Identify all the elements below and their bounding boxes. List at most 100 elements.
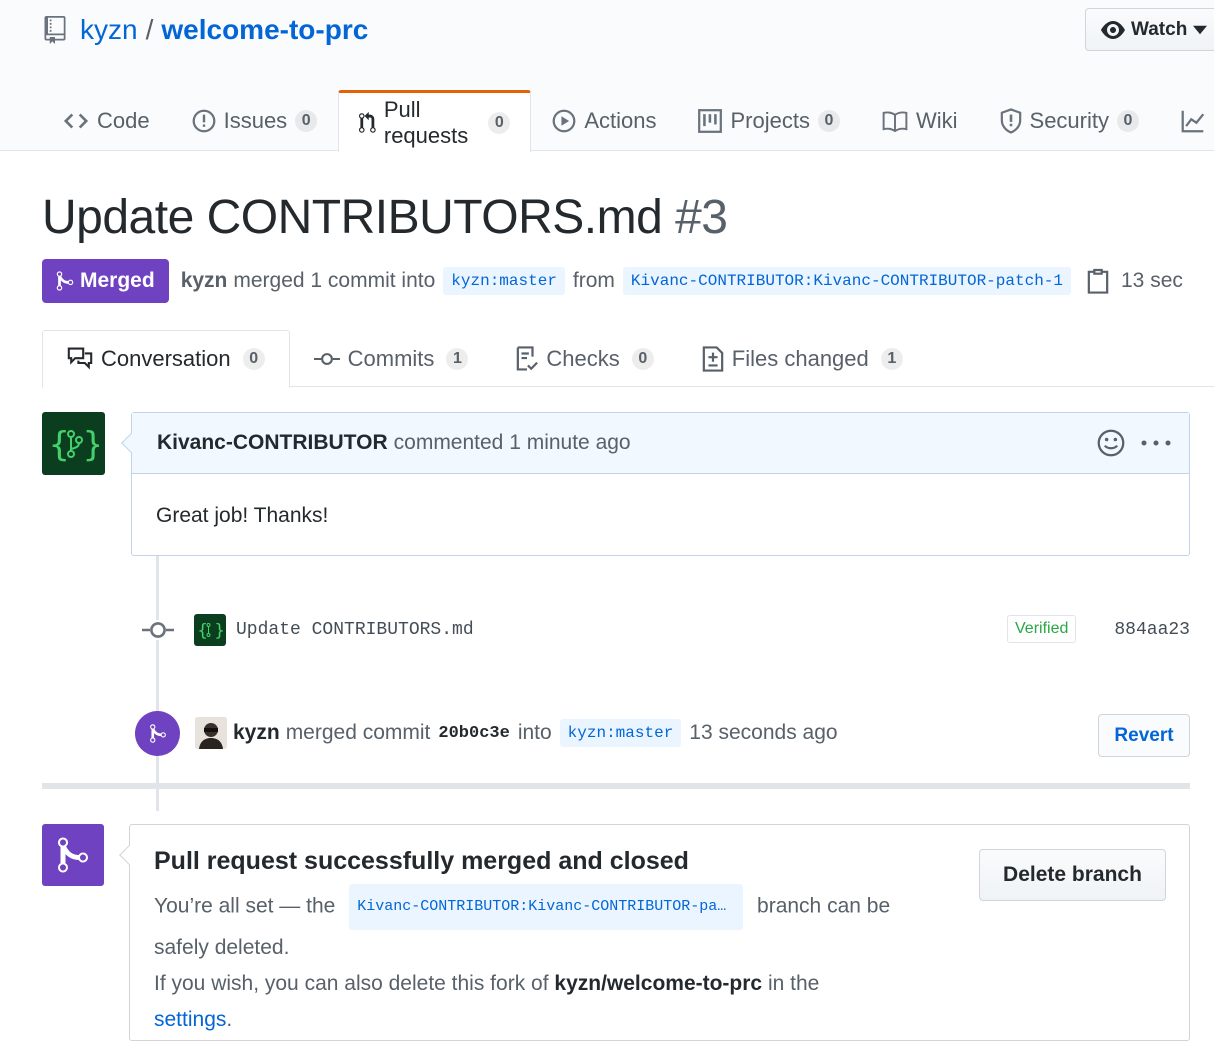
verified-badge[interactable]: Verified (1007, 615, 1077, 643)
tab-commits[interactable]: Commits 1 (290, 330, 493, 387)
status-badge-label: Merged (80, 269, 155, 292)
repo-icon (44, 16, 66, 44)
tab-code[interactable]: Code (42, 90, 171, 151)
diff-icon (702, 345, 724, 372)
status-badge: Merged (42, 259, 169, 303)
eye-icon (1101, 20, 1125, 39)
identicon-icon: {} (49, 425, 99, 464)
comment-actions (1097, 429, 1171, 457)
comment-header: Kivanc-CONTRIBUTOR commented 1 minute ag… (132, 413, 1189, 474)
base-branch[interactable]: kyzn:master (443, 267, 565, 295)
tab-projects[interactable]: Projects 0 (677, 90, 860, 151)
checklist-icon (517, 345, 539, 371)
merge-event: kyzn merged commit 20b0c3e into kyzn:mas… (135, 709, 1190, 757)
merge-message-box: Pull request successfully merged and clo… (119, 824, 1190, 1041)
svg-text:}: } (83, 425, 99, 464)
commit-icon (313, 352, 340, 365)
caret-down-icon (1193, 25, 1208, 34)
merge-time: 13 seconds ago (689, 721, 838, 744)
comment-body: Great job! Thanks! (156, 504, 329, 527)
merge-icon (149, 723, 166, 743)
tab-actions-label: Actions (584, 108, 657, 133)
merge-badge (135, 710, 180, 756)
avatar[interactable]: {} (42, 412, 105, 475)
merge-into-text: into (517, 721, 552, 744)
merge-box-line1: You’re all set — the Kivanc-CONTRIBUTOR:… (154, 884, 914, 966)
merge-icon (56, 271, 74, 291)
code-icon (63, 113, 89, 129)
tab-pull-requests[interactable]: Pull requests 0 (338, 90, 532, 152)
watch-button[interactable]: Watch (1085, 8, 1214, 51)
tab-pull-requests-label: Pull requests (383, 96, 469, 148)
tab-issues[interactable]: Issues 0 (171, 90, 339, 151)
deletable-branch[interactable]: Kivanc-CONTRIBUTOR:Kivanc-CONTRIBUTOR-pa… (349, 884, 744, 930)
merge-box-line2: If you wish, you can also delete this fo… (154, 966, 914, 1038)
merge-target-branch[interactable]: kyzn:master (559, 719, 682, 747)
tab-wiki[interactable]: Wiki (861, 90, 979, 151)
commit-sha-link[interactable]: 884aa23 (1114, 620, 1190, 640)
tab-checks-label: Checks (546, 345, 620, 371)
security-counter: 0 (1117, 110, 1139, 132)
tab-conversation[interactable]: Conversation 0 (42, 330, 290, 388)
page-title: Update CONTRIBUTORS.md #3 (42, 190, 728, 245)
comment-meta: commented 1 minute ago (393, 431, 631, 454)
merge-status-icon (42, 824, 104, 886)
watch-label: Watch (1131, 18, 1188, 40)
tab-files-changed[interactable]: Files changed 1 (678, 330, 927, 387)
repo-owner-link[interactable]: kyzn (80, 14, 138, 46)
projects-counter: 0 (817, 110, 840, 132)
pull-request-icon (359, 111, 376, 133)
fork-name: kyzn/welcome-to-prc (554, 972, 763, 995)
pr-meta: Merged kyzn merged 1 commit into kyzn:ma… (42, 259, 1183, 303)
svg-text:{: { (198, 621, 208, 640)
repo-header: kyzn / welcome-to-prc Watch Code Issues … (0, 0, 1214, 152)
tab-conversation-label: Conversation (101, 346, 231, 371)
clippy-icon[interactable] (1087, 268, 1109, 294)
merge-actor-link[interactable]: kyzn (233, 721, 280, 745)
tab-actions[interactable]: Actions (531, 90, 677, 151)
files-changed-counter: 1 (880, 347, 903, 370)
svg-text:}: } (215, 621, 224, 640)
merge-box-line2-pre: If you wish, you can also delete this fo… (154, 972, 549, 995)
commit-icon (140, 620, 176, 640)
pr-author-link[interactable]: kyzn (181, 269, 228, 293)
merge-commit-sha-link[interactable]: 20b0c3e (438, 724, 509, 743)
head-branch[interactable]: Kivanc-CONTRIBUTOR:Kivanc-CONTRIBUTOR-pa… (622, 267, 1071, 295)
pr-number: #3 (675, 191, 728, 244)
repo-title: kyzn / welcome-to-prc (44, 14, 368, 46)
settings-link[interactable]: settings (154, 1008, 226, 1031)
revert-button[interactable]: Revert (1098, 714, 1190, 757)
tab-issues-label: Issues (223, 108, 288, 133)
tab-commits-label: Commits (347, 345, 435, 371)
merge-icon (58, 837, 88, 873)
tab-checks[interactable]: Checks 0 (492, 330, 677, 387)
tab-projects-label: Projects (730, 108, 810, 133)
shield-icon (1000, 108, 1021, 134)
delete-branch-button[interactable]: Delete branch (979, 849, 1166, 901)
smiley-icon[interactable] (1097, 429, 1125, 457)
kebab-horizontal-icon[interactable] (1141, 438, 1171, 448)
tab-wiki-label: Wiki (915, 108, 958, 133)
comment-discussion-icon (67, 347, 93, 370)
pull-requests-counter: 0 (488, 111, 511, 134)
pr-time: 13 sec (1121, 269, 1183, 292)
pr-from-text: from (572, 269, 615, 292)
comment-author-link[interactable]: Kivanc-CONTRIBUTOR (157, 431, 388, 455)
comment: Kivanc-CONTRIBUTOR commented 1 minute ag… (121, 412, 1190, 556)
svg-text:{: { (49, 425, 69, 464)
project-icon (698, 109, 723, 133)
avatar[interactable] (195, 717, 227, 749)
tab-code-label: Code (97, 108, 150, 133)
repo-name-link[interactable]: welcome-to-prc (161, 14, 368, 46)
tab-security-label: Security (1029, 108, 1109, 133)
merge-text: merged commit (285, 721, 431, 744)
pr-title-text: Update CONTRIBUTORS.md (42, 191, 663, 244)
book-icon (882, 111, 908, 132)
tab-security[interactable]: Security 0 (979, 90, 1160, 151)
commit-message-link[interactable]: Update CONTRIBUTORS.md (236, 620, 474, 640)
commits-counter: 1 (446, 347, 469, 370)
commit-row: {} Update CONTRIBUTORS.md Verified 884aa… (140, 612, 1190, 648)
tab-insights[interactable] (1160, 90, 1214, 151)
commit-avatar[interactable]: {} (194, 614, 226, 646)
merge-box-arrow (119, 845, 139, 865)
